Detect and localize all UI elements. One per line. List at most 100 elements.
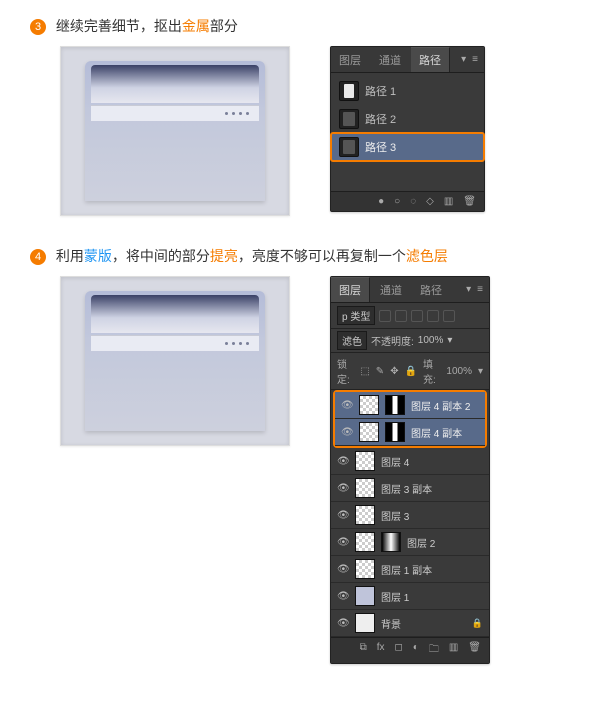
layer-5-name: 图层 2 — [407, 535, 483, 550]
layer-row-8[interactable]: 👁 背景 🔒 — [331, 610, 489, 637]
product-image-3 — [60, 46, 290, 216]
fill-chevron-icon[interactable]: ▾ — [478, 366, 483, 377]
step-4-text-f: 滤色层 — [406, 248, 448, 264]
visibility-icon[interactable]: 👁 — [337, 537, 349, 548]
layer-row-5[interactable]: 👁 图层 2 — [331, 529, 489, 556]
lock-all-icon[interactable]: 🔒 — [405, 366, 417, 377]
tab-layers[interactable]: 图层 — [331, 48, 369, 72]
adjustment-layer-icon[interactable]: ◐ — [413, 642, 419, 659]
layer-1-name: 图层 4 副本 — [411, 425, 479, 440]
path-thumb-2 — [339, 109, 359, 129]
add-mask-icon[interactable]: ◻ — [394, 642, 402, 659]
step-3-number: 3 — [30, 19, 46, 35]
kind-filter[interactable]: p 类型 — [337, 306, 375, 325]
opacity-chevron-icon[interactable]: ▾ — [447, 335, 452, 346]
step-4: 4 利用蒙版，将中间的部分提亮，亮度不够可以再复制一个滤色层 图层 通道 路径 … — [30, 246, 570, 664]
new-path-icon[interactable]: ▥ — [444, 196, 453, 207]
tab-paths-2[interactable]: 路径 — [412, 278, 450, 302]
layer-thumb — [355, 613, 375, 633]
visibility-icon[interactable]: 👁 — [337, 483, 349, 494]
layer-0-name: 图层 4 副本 2 — [411, 398, 479, 413]
path-thumb-3 — [339, 137, 359, 157]
layer-7-name: 图层 1 — [381, 589, 483, 604]
product-image-4 — [60, 276, 290, 446]
layer-thumb — [355, 451, 375, 471]
layer-thumb — [359, 422, 379, 442]
step-3-title: 3 继续完善细节，抠出金属部分 — [30, 16, 570, 36]
visibility-icon[interactable]: 👁 — [341, 400, 353, 411]
visibility-icon[interactable]: 👁 — [337, 564, 349, 575]
fx-icon[interactable]: fx — [377, 642, 385, 659]
delete-path-icon[interactable]: 🗑 — [463, 196, 476, 207]
new-layer-icon[interactable]: ▥ — [449, 642, 458, 659]
step-3-text-c: 部分 — [210, 18, 238, 34]
layer-row-7[interactable]: 👁 图层 1 — [331, 583, 489, 610]
path-row-1[interactable]: 路径 1 — [331, 77, 484, 105]
path-label-3: 路径 3 — [365, 139, 396, 155]
delete-layer-icon[interactable]: 🗑 — [468, 642, 481, 659]
panel-collapse-icon[interactable]: ▾ — [461, 54, 466, 65]
layer-mask-icon — [385, 395, 405, 415]
panel-menu-icon-2[interactable]: ≡ — [477, 284, 483, 295]
tab-paths[interactable]: 路径 — [411, 47, 450, 72]
layers-options-row: p 类型 — [331, 303, 489, 329]
fill-value[interactable]: 100% — [446, 366, 472, 377]
visibility-icon[interactable]: 👁 — [337, 456, 349, 467]
layer-8-name: 背景 — [381, 616, 466, 631]
layer-thumb — [359, 395, 379, 415]
paths-footer: ● ○ ◌ ◇ ▥ 🗑 — [331, 191, 484, 211]
opacity-value[interactable]: 100% — [418, 335, 444, 346]
link-layers-icon[interactable]: ⧉ — [360, 642, 367, 659]
paths-panel: 图层 通道 路径 ▾ ≡ 路径 1 路径 2 路 — [330, 46, 485, 212]
filter-shape-icon[interactable] — [427, 310, 439, 322]
path-row-3[interactable]: 路径 3 — [331, 133, 484, 161]
visibility-icon[interactable]: 👁 — [337, 618, 349, 629]
tab-channels[interactable]: 通道 — [371, 48, 409, 72]
layer-row-3[interactable]: 👁 图层 3 副本 — [331, 475, 489, 502]
lock-position-icon[interactable]: ✥ — [390, 366, 398, 377]
lock-icon: 🔒 — [472, 618, 483, 629]
layer-row-4[interactable]: 👁 图层 3 — [331, 502, 489, 529]
step-4-title: 4 利用蒙版，将中间的部分提亮，亮度不够可以再复制一个滤色层 — [30, 246, 570, 266]
path-thumb-1 — [339, 81, 359, 101]
path-row-2[interactable]: 路径 2 — [331, 105, 484, 133]
layer-4-name: 图层 3 — [381, 508, 483, 523]
layer-2-name: 图层 4 — [381, 454, 483, 469]
visibility-icon[interactable]: 👁 — [337, 510, 349, 521]
path-label-2: 路径 2 — [365, 111, 396, 127]
step-4-text-b: 蒙版 — [84, 248, 112, 264]
load-selection-icon[interactable]: ◌ — [410, 196, 416, 207]
step-3: 3 继续完善细节，抠出金属部分 图层 通道 路径 ▾ ≡ — [30, 16, 570, 216]
layer-row-0[interactable]: 👁 图层 4 副本 2 — [335, 392, 485, 419]
layer-6-name: 图层 1 副本 — [381, 562, 483, 577]
layer-thumb — [355, 586, 375, 606]
stroke-path-icon[interactable]: ○ — [394, 196, 400, 207]
visibility-icon[interactable]: 👁 — [341, 427, 353, 438]
layer-3-name: 图层 3 副本 — [381, 481, 483, 496]
tab-channels-2[interactable]: 通道 — [372, 278, 410, 302]
filter-adj-icon[interactable] — [395, 310, 407, 322]
group-icon[interactable]: 🗀 — [429, 642, 439, 659]
layer-row-1[interactable]: 👁 图层 4 副本 — [335, 419, 485, 446]
filter-type-icon[interactable] — [411, 310, 423, 322]
path-label-1: 路径 1 — [365, 83, 396, 99]
layer-row-2[interactable]: 👁 图层 4 — [331, 448, 489, 475]
step-4-text-e: ，亮度不够可以再复制一个 — [238, 248, 406, 264]
layer-row-6[interactable]: 👁 图层 1 副本 — [331, 556, 489, 583]
step-4-number: 4 — [30, 249, 46, 265]
blend-mode-select[interactable]: 滤色 — [337, 331, 367, 350]
lock-paint-icon[interactable]: ✎ — [376, 366, 384, 377]
panel-collapse-icon-2[interactable]: ▾ — [466, 284, 471, 295]
paths-list: 路径 1 路径 2 路径 3 — [331, 73, 484, 191]
layers-list: 👁 图层 4 副本 2 👁 图层 4 副本 👁 图层 — [331, 390, 489, 637]
tab-layers-2[interactable]: 图层 — [331, 277, 370, 302]
panel-menu-icon[interactable]: ≡ — [472, 54, 478, 65]
lock-transparency-icon[interactable]: ⬚ — [360, 366, 369, 377]
step-3-text-a: 继续完善细节，抠出 — [56, 18, 182, 34]
lock-label: 锁定: — [337, 356, 354, 386]
make-workpath-icon[interactable]: ◇ — [426, 196, 434, 207]
filter-pixel-icon[interactable] — [379, 310, 391, 322]
visibility-icon[interactable]: 👁 — [337, 591, 349, 602]
filter-smart-icon[interactable] — [443, 310, 455, 322]
fill-path-icon[interactable]: ● — [378, 196, 384, 207]
